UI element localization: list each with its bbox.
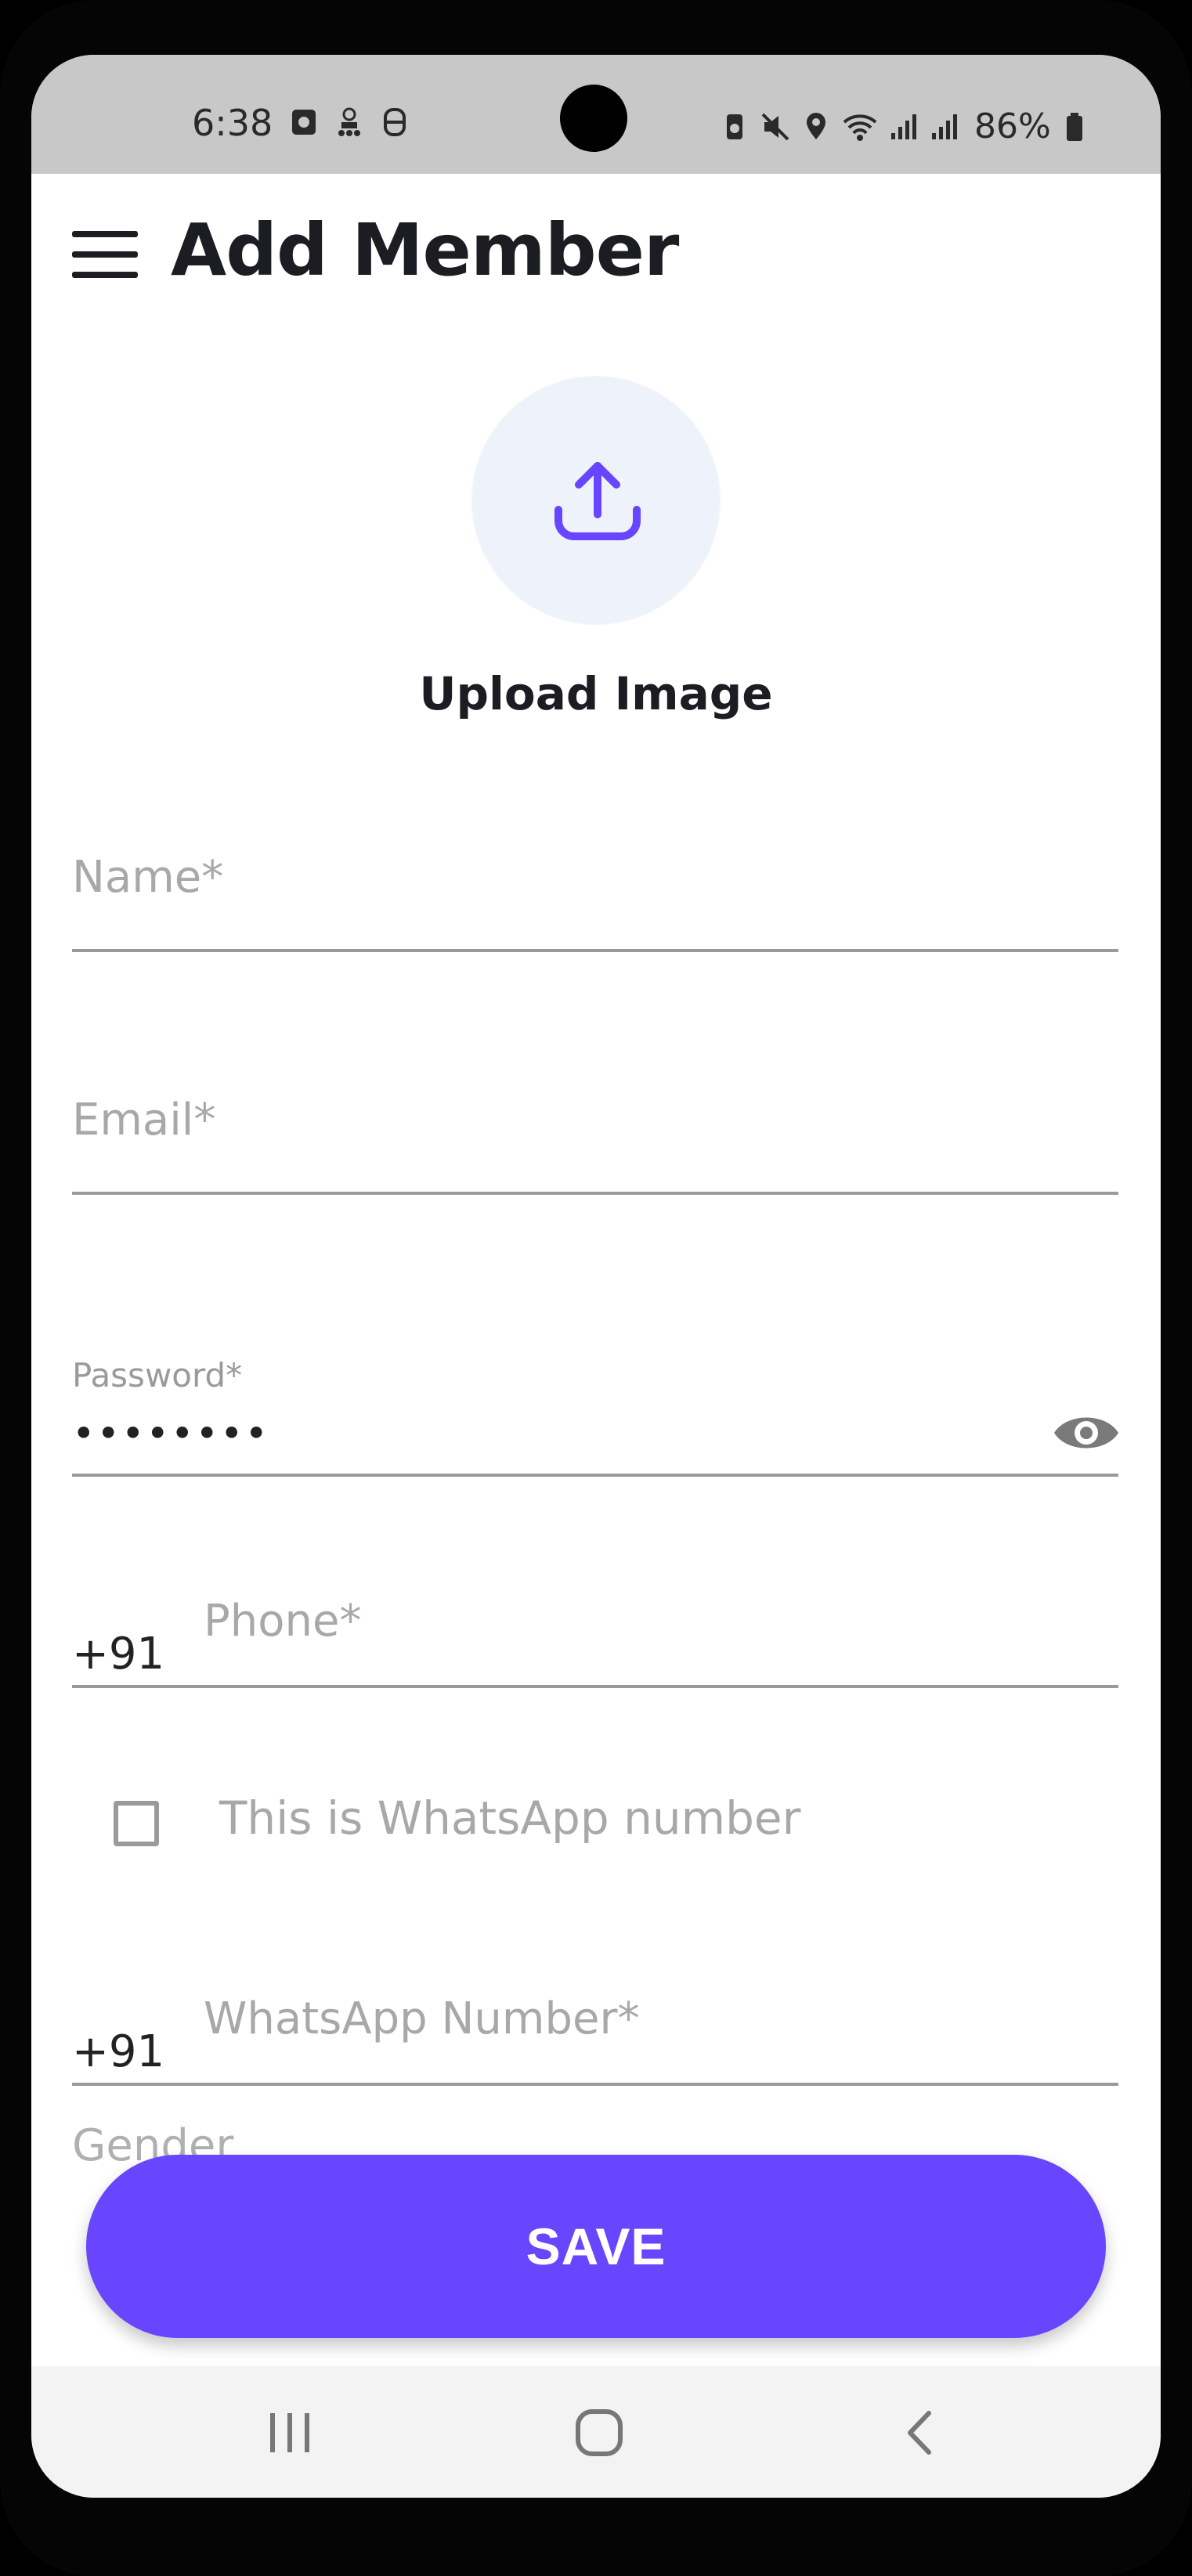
hamburger-menu-icon[interactable] [72, 231, 138, 278]
password-label: Password* [72, 1356, 243, 1394]
whatsapp-number-field[interactable]: +91 WhatsApp Number* [72, 1972, 1118, 2144]
screen: 6:38 86% Add Member Upload Image Name* E… [31, 55, 1161, 2498]
battery-saver-icon [727, 114, 742, 139]
phone-placeholder: Phone* [204, 1596, 362, 1647]
mute-icon [761, 113, 789, 140]
whatsapp-checkbox[interactable] [114, 1801, 159, 1846]
password-underline [72, 1474, 1118, 1477]
wifi-icon [843, 114, 877, 141]
whatsapp-checkbox-label[interactable]: This is WhatsApp number [219, 1791, 800, 1845]
upload-image-button[interactable] [471, 376, 721, 625]
whatsapp-prefix: +91 [72, 2026, 165, 2077]
whatsapp-placeholder: WhatsApp Number* [204, 1993, 640, 2044]
email-underline [72, 1192, 1118, 1195]
name-placeholder: Name* [72, 852, 224, 903]
save-button[interactable]: SAVE [86, 2155, 1106, 2338]
location-icon [807, 112, 825, 139]
upload-icon [554, 462, 641, 540]
back-icon[interactable] [893, 2405, 948, 2460]
device-frame: 6:38 86% Add Member Upload Image Name* E… [0, 0, 1192, 2576]
whatsapp-underline [72, 2083, 1118, 2086]
recent-apps-icon[interactable] [262, 2405, 317, 2460]
phone-field[interactable]: +91 Phone* [72, 1574, 1118, 1762]
status-icons-left [290, 106, 409, 138]
notification-app-icon [292, 110, 316, 135]
password-field[interactable]: Password* •••••••• [72, 1292, 1118, 1480]
battery-icon [1066, 112, 1082, 141]
upload-image-label: Upload Image [419, 667, 773, 720]
email-field[interactable]: Email* [72, 1073, 1118, 1261]
carrier-app-icon [384, 108, 406, 136]
name-field[interactable]: Name* [72, 830, 1118, 1018]
page-title: Add Member [171, 208, 679, 292]
password-value: •••••••• [72, 1411, 269, 1456]
battery-percent: 86% [974, 106, 1051, 146]
status-icons-right: 86% [721, 106, 1085, 146]
name-underline [72, 949, 1118, 952]
eye-icon[interactable] [1051, 1409, 1122, 1456]
signal-icon [891, 114, 916, 139]
status-time: 6:38 [192, 102, 273, 144]
phone-prefix: +91 [72, 1629, 165, 1679]
robot-icon [338, 107, 360, 136]
phone-underline [72, 1685, 1118, 1688]
signal-icon [932, 114, 957, 139]
system-nav-bar [31, 2366, 1161, 2498]
home-icon[interactable] [572, 2405, 627, 2460]
front-camera [560, 85, 627, 152]
email-placeholder: Email* [72, 1095, 216, 1145]
status-bar: 6:38 86% [31, 55, 1161, 174]
